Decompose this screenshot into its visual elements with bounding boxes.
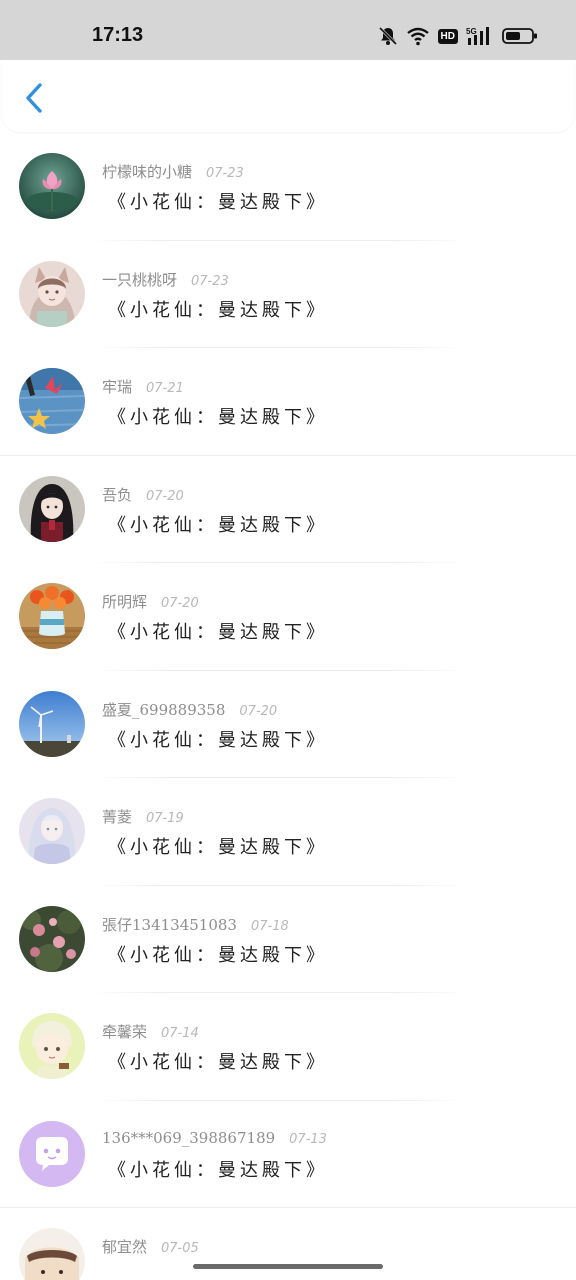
- list-item[interactable]: 136***069_398867189 07-13 《小花仙：曼达殿下》: [0, 1101, 576, 1208]
- user-name: 張仔13413451083 07-18: [102, 914, 289, 935]
- date-text: 07-20: [239, 703, 278, 719]
- user-name-text: 柠檬味的小糖: [102, 163, 193, 181]
- user-avatar: [19, 583, 85, 649]
- list-item[interactable]: 牵馨荣 07-14 《小花仙：曼达殿下》: [0, 993, 576, 1101]
- user-name-text: 盛夏_699889358: [102, 700, 226, 719]
- top-navigation-bar: [2, 60, 574, 132]
- user-name: 盛夏_699889358 07-20: [102, 699, 277, 720]
- user-name: 郁宜然 07-05: [102, 1236, 199, 1257]
- user-avatar: [19, 153, 85, 219]
- list-item[interactable]: 所明辉 07-20 《小花仙：曼达殿下》: [0, 563, 576, 671]
- date-text: 07-18: [250, 918, 289, 934]
- item-title: 《小花仙：曼达殿下》: [108, 299, 328, 321]
- user-name: 所明辉 07-20: [102, 591, 199, 612]
- item-title: 《小花仙：曼达殿下》: [108, 192, 328, 213]
- user-name: 菁菱 07-19: [102, 806, 184, 827]
- list-item[interactable]: 菁菱 07-19 《小花仙：曼达殿下》: [0, 778, 576, 886]
- user-name-text: 郁宜然: [102, 1238, 148, 1256]
- user-avatar: [19, 368, 85, 434]
- item-title: 《小花仙：曼达殿下》: [108, 514, 328, 536]
- home-indicator[interactable]: [193, 1264, 383, 1269]
- list-item[interactable]: 張仔13413451083 07-18 《小花仙：曼达殿下》: [0, 886, 576, 993]
- user-name-text: 張仔13413451083: [102, 915, 237, 934]
- battery-icon: [502, 26, 538, 46]
- list-item[interactable]: 柠檬味的小糖 07-23 《小花仙：曼达殿下》: [0, 133, 576, 241]
- user-avatar: [19, 1013, 85, 1079]
- user-avatar: [19, 475, 85, 542]
- list-item[interactable]: 郁宜然 07-05: [0, 1208, 576, 1280]
- date-text: 07-21: [146, 381, 184, 396]
- list-item[interactable]: 吾负 07-20 《小花仙：曼达殿下》: [0, 456, 576, 563]
- date-text: 07-05: [161, 1241, 199, 1256]
- user-avatar: [19, 690, 85, 757]
- item-title: 《小花仙：曼达殿下》: [108, 407, 328, 428]
- date-text: 07-14: [161, 1026, 199, 1041]
- item-title: 《小花仙：曼达殿下》: [108, 622, 328, 643]
- mute-bell-icon: [378, 26, 398, 46]
- user-name-text: 一只桃桃呀: [102, 270, 178, 289]
- date-text: 07-23: [191, 273, 229, 289]
- user-avatar: [19, 798, 85, 864]
- list-item[interactable]: 牢瑞 07-21 《小花仙：曼达殿下》: [0, 348, 576, 456]
- chevron-left-icon: [26, 83, 42, 113]
- user-avatar: [19, 1120, 85, 1187]
- item-title: 《小花仙：曼达殿下》: [108, 729, 328, 751]
- item-title: 《小花仙：曼达殿下》: [108, 944, 328, 966]
- date-text: 07-23: [206, 166, 244, 181]
- user-name: 吾负 07-20: [102, 484, 184, 505]
- item-title: 《小花仙：曼达殿下》: [108, 1159, 328, 1181]
- history-list: 柠檬味的小糖 07-23 《小花仙：曼达殿下》 一只桃桃呀 07-23 《小花仙：曼…: [0, 133, 576, 1280]
- list-item[interactable]: 一只桃桃呀 07-23 《小花仙：曼达殿下》: [0, 241, 576, 348]
- item-title: 《小花仙：曼达殿下》: [108, 1052, 328, 1073]
- back-button[interactable]: [16, 80, 52, 116]
- user-avatar: [19, 905, 85, 972]
- user-name-text: 136***069_398867189: [102, 1128, 276, 1147]
- list-item[interactable]: 盛夏_699889358 07-20 《小花仙：曼达殿下》: [0, 671, 576, 778]
- status-time: 17:13: [92, 24, 144, 46]
- user-avatar: [19, 1228, 85, 1280]
- user-name: 136***069_398867189 07-13: [102, 1129, 327, 1147]
- svg-text:5G: 5G: [466, 27, 477, 36]
- user-name-text: 牵馨荣: [102, 1023, 148, 1041]
- hd-badge: HD: [437, 28, 458, 44]
- user-name-text: 菁菱: [102, 808, 133, 826]
- user-name: 一只桃桃呀 07-23: [102, 269, 229, 290]
- status-bar: 17:13 HD 5G: [0, 0, 576, 60]
- user-name: 柠檬味的小糖 07-23: [102, 161, 244, 182]
- user-name: 牢瑞 07-21: [102, 376, 184, 397]
- date-text: 07-13: [289, 1131, 327, 1147]
- wifi-icon: [406, 26, 430, 46]
- date-text: 07-20: [146, 488, 184, 504]
- user-avatar: [19, 260, 85, 327]
- date-text: 07-19: [146, 811, 184, 826]
- date-text: 07-20: [161, 596, 199, 611]
- user-name: 牵馨荣 07-14: [102, 1021, 199, 1042]
- status-icons: HD 5G: [378, 24, 538, 48]
- user-name-text: 吾负: [102, 485, 133, 504]
- user-name-text: 所明辉: [102, 593, 148, 611]
- user-name-text: 牢瑞: [102, 378, 133, 396]
- signal-icon: 5G: [466, 26, 494, 46]
- item-title: 《小花仙：曼达殿下》: [108, 837, 328, 858]
